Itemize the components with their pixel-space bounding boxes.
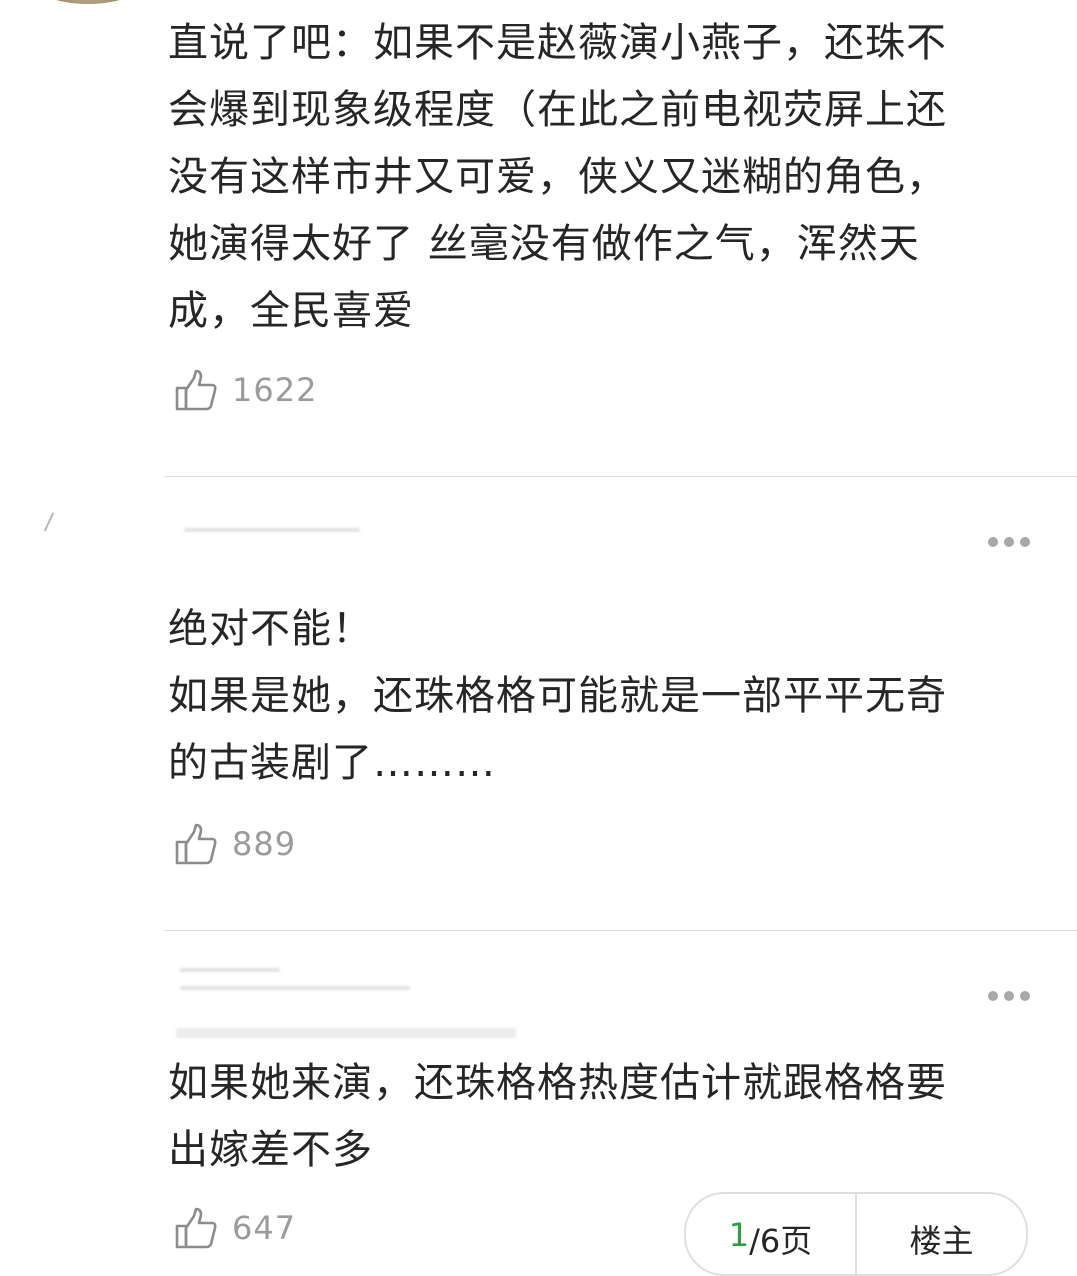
more-dots-icon[interactable] [988, 536, 1036, 548]
more-dots-icon[interactable] [988, 990, 1036, 1002]
comment-text: 如果她来演，还珠格格热度估计就跟格格要 出嫁差不多 [168, 1060, 947, 1173]
username-blurred [176, 1028, 516, 1038]
page-navigator: 1/6页 楼主 [684, 1192, 1028, 1276]
divider [164, 930, 1077, 931]
landlord-filter-button[interactable]: 楼主 [857, 1194, 1026, 1274]
like-count: 1622 [232, 371, 318, 409]
like-count: 889 [232, 825, 297, 863]
comment-text: 绝对不能！ 如果是她，还珠格格可能就是一部平平无奇 的古装剧了……… [168, 606, 947, 786]
total-pages: /6页 [749, 1222, 813, 1260]
page-indicator-button[interactable]: 1/6页 [686, 1194, 857, 1274]
thumbs-up-icon [175, 369, 217, 411]
username-blurred [184, 528, 360, 532]
comment-text: 直说了吧：如果不是赵薇演小燕子，还珠不 会爆到现象级程度（在此之前电视荧屏上还 … [168, 20, 947, 334]
current-page: 1 [728, 1216, 750, 1254]
like-count: 647 [232, 1209, 297, 1247]
like-button[interactable]: 1622 [174, 368, 317, 412]
divider [164, 476, 1077, 477]
thumbs-up-icon [175, 823, 217, 865]
username-blurred [180, 986, 410, 990]
avatar [43, 512, 55, 532]
like-button[interactable]: 889 [174, 822, 296, 866]
like-button[interactable]: 647 [174, 1206, 296, 1250]
avatar[interactable] [40, 0, 136, 4]
username-blurred [180, 968, 280, 972]
landlord-label: 楼主 [909, 1222, 974, 1260]
thumbs-up-icon [175, 1207, 217, 1249]
